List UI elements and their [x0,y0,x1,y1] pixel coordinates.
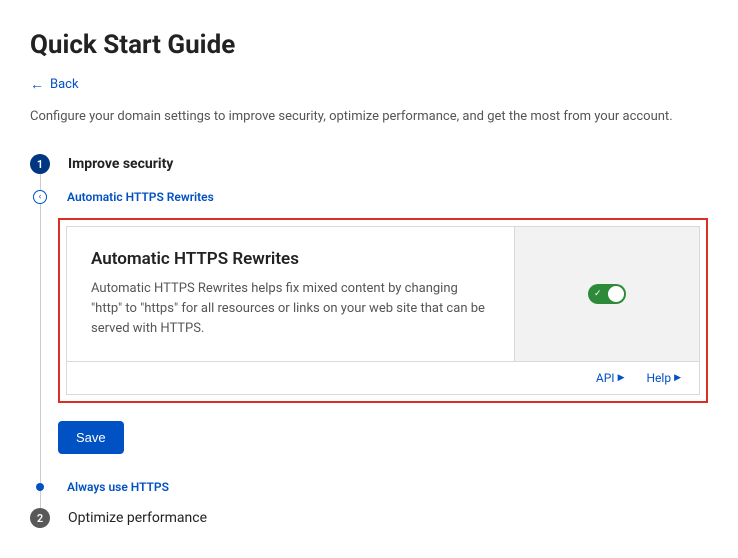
steps-timeline: 1 Improve security ‹ Automatic HTTPS Rew… [30,154,708,528]
substep-always-https[interactable]: Always use HTTPS [33,480,708,494]
back-link[interactable]: ← Back [30,76,79,93]
step-number-badge: 1 [30,154,50,174]
timeline-line [40,174,41,518]
settings-card: Automatic HTTPS Rewrites Automatic HTTPS… [66,226,700,395]
substep-label: Automatic HTTPS Rewrites [67,190,214,204]
card-content: Automatic HTTPS Rewrites Automatic HTTPS… [67,227,514,361]
check-icon: ✓ [594,289,602,299]
toggle-knob [608,286,624,302]
card-footer: API ▶ Help ▶ [67,361,699,394]
substep-label: Always use HTTPS [67,480,169,494]
caret-right-icon: ▶ [674,373,681,383]
substep-https-rewrites[interactable]: ‹ Automatic HTTPS Rewrites [33,190,708,204]
step-number-badge: 2 [30,508,50,528]
step-1: 1 Improve security [30,154,708,174]
caret-right-icon: ▶ [618,373,625,383]
card-body: Automatic HTTPS Rewrites Automatic HTTPS… [67,227,699,361]
back-label: Back [50,77,79,92]
substep-marker-icon [36,483,44,491]
step-2: 2 Optimize performance [30,508,708,528]
card-toggle-panel: ✓ [514,227,699,361]
intro-text: Configure your domain settings to improv… [30,109,708,124]
save-button[interactable]: Save [58,421,124,454]
https-rewrites-toggle[interactable]: ✓ [588,284,626,304]
arrow-left-icon: ← [30,76,44,93]
step-label: Optimize performance [68,510,207,526]
page-title: Quick Start Guide [30,30,708,60]
highlight-frame: Automatic HTTPS Rewrites Automatic HTTPS… [58,218,708,403]
card-description: Automatic HTTPS Rewrites helps fix mixed… [91,279,490,339]
card-title: Automatic HTTPS Rewrites [91,249,490,269]
api-label: API [596,371,615,385]
api-link[interactable]: API ▶ [596,371,625,385]
help-link[interactable]: Help ▶ [646,371,681,385]
help-label: Help [646,371,671,385]
step-label: Improve security [68,156,173,172]
substep-marker-icon: ‹ [33,190,47,204]
